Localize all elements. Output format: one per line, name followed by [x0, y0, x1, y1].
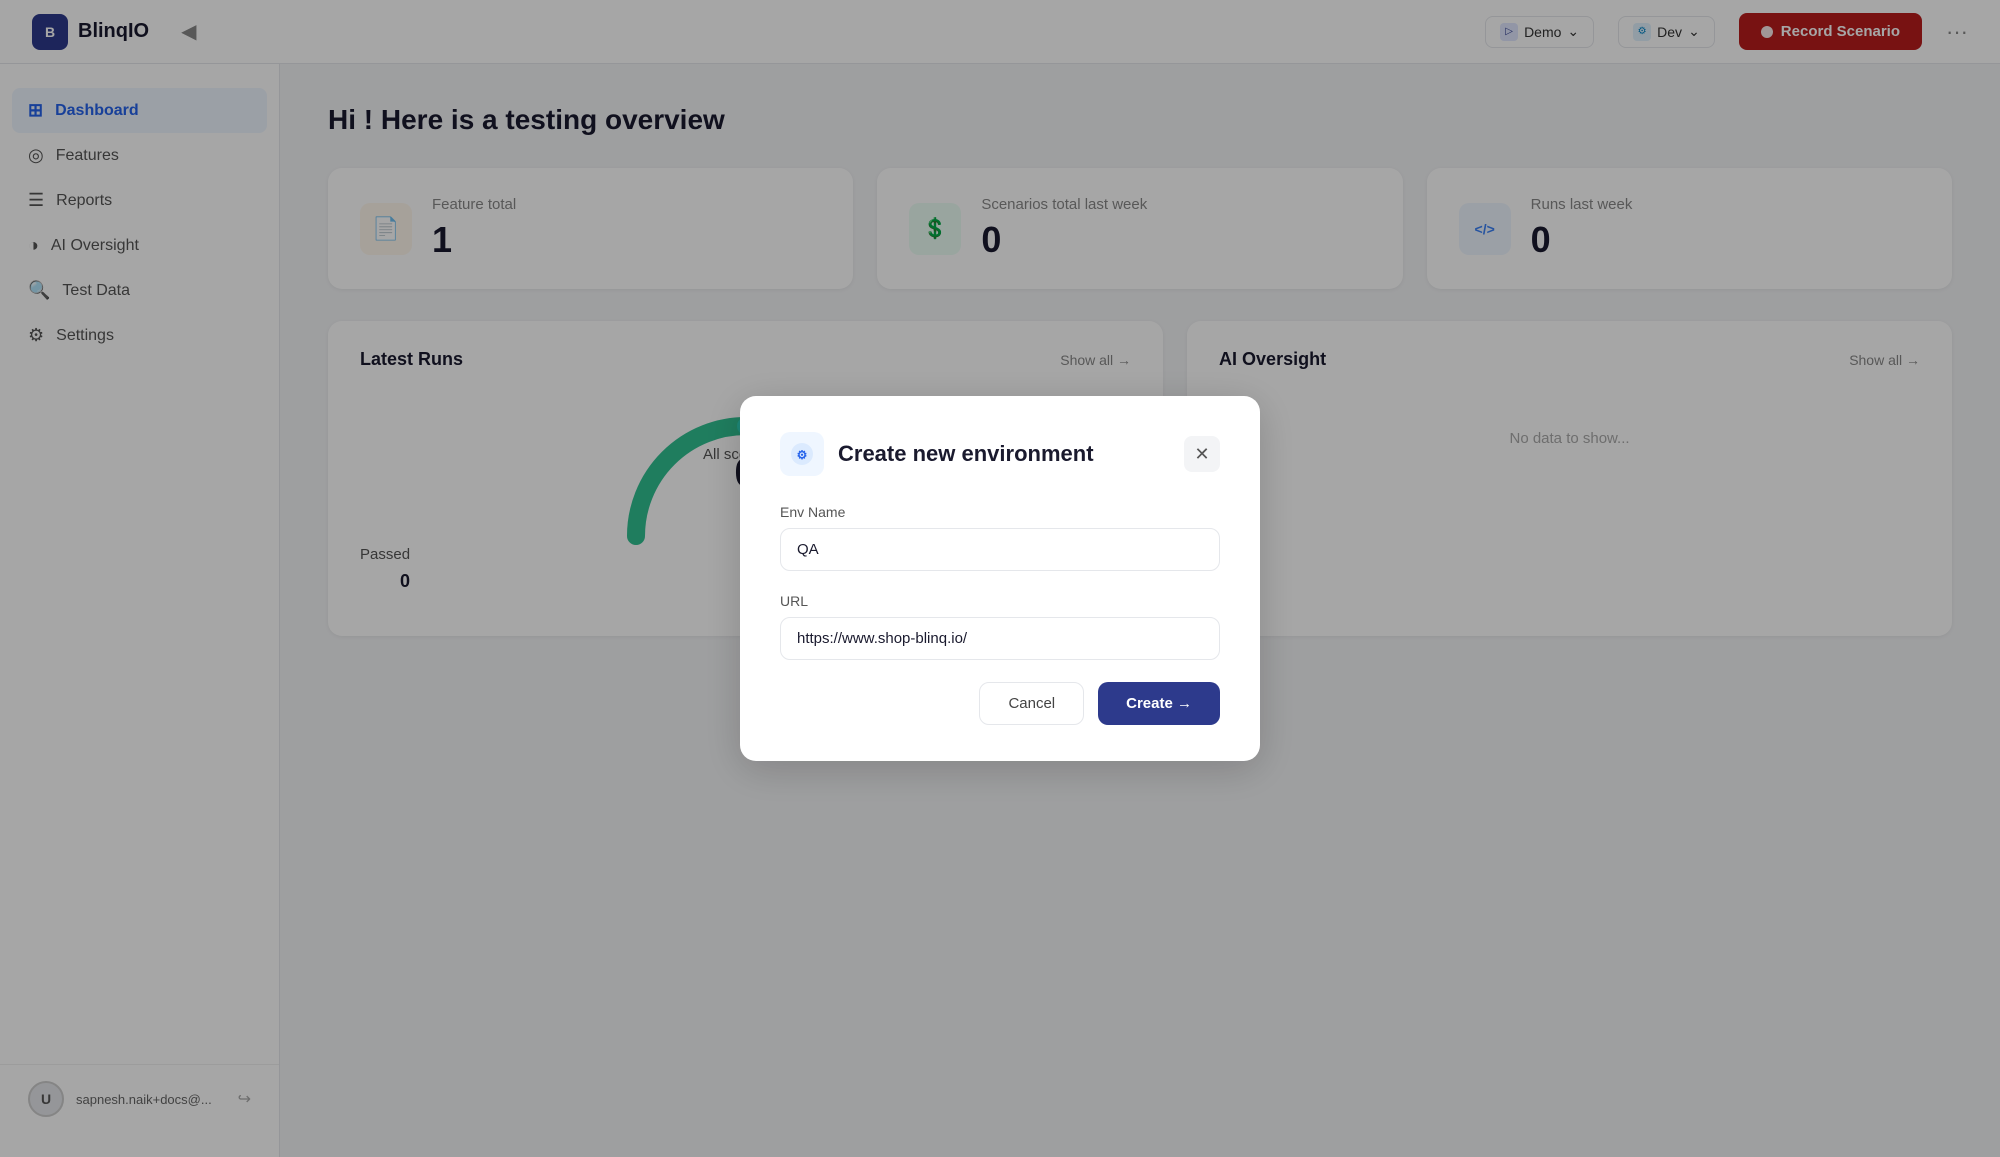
svg-text:⚙: ⚙ [797, 448, 808, 462]
env-name-label: Env Name [780, 504, 1220, 520]
url-label: URL [780, 593, 1220, 609]
modal-brand-icon: ⚙ [789, 441, 815, 467]
create-button[interactable]: Create → [1098, 682, 1220, 725]
url-group: URL [780, 593, 1220, 660]
cancel-button[interactable]: Cancel [979, 682, 1084, 725]
modal-title: Create new environment [838, 441, 1170, 467]
modal-actions: Cancel Create → [780, 682, 1220, 725]
modal-overlay: ⚙ Create new environment ✕ Env Name URL … [0, 0, 2000, 1157]
env-name-input[interactable] [780, 528, 1220, 571]
modal-logo-icon: ⚙ [780, 432, 824, 476]
modal-header: ⚙ Create new environment ✕ [780, 432, 1220, 476]
env-name-group: Env Name [780, 504, 1220, 571]
modal-close-button[interactable]: ✕ [1184, 436, 1220, 472]
create-environment-modal: ⚙ Create new environment ✕ Env Name URL … [740, 396, 1260, 761]
url-input[interactable] [780, 617, 1220, 660]
